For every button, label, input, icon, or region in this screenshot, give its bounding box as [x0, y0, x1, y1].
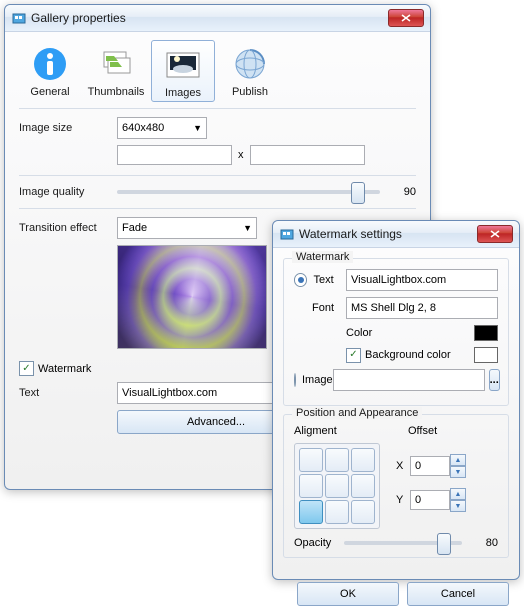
- text-radio-label: Text: [313, 274, 346, 286]
- tab-general-label: General: [30, 86, 69, 98]
- font-value: MS Shell Dlg 2, 8: [351, 302, 436, 314]
- offset-y-down[interactable]: ▼: [450, 500, 466, 512]
- divider: [19, 175, 416, 176]
- align-middle-right[interactable]: [351, 474, 375, 498]
- offset-label: Offset: [408, 425, 437, 437]
- browse-label: ...: [490, 374, 499, 386]
- chevron-down-icon: ▼: [243, 223, 252, 233]
- color-label: Color: [346, 327, 474, 339]
- advanced-button-label: Advanced...: [187, 416, 245, 428]
- watermark-settings-dialog: Watermark settings Watermark Text Font M…: [272, 220, 520, 580]
- align-middle-left[interactable]: [299, 474, 323, 498]
- font-label: Font: [312, 302, 346, 314]
- offset-x-input[interactable]: [410, 456, 450, 476]
- image-size-select[interactable]: 640x480 ▼: [117, 117, 207, 139]
- offset-y-up[interactable]: ▲: [450, 488, 466, 500]
- offset-x-label: X: [396, 460, 410, 472]
- alignment-label: Aligment: [294, 425, 384, 437]
- gallery-title: Gallery properties: [31, 11, 388, 25]
- info-icon: [30, 44, 70, 84]
- transition-preview: [117, 245, 267, 349]
- bgcolor-checkbox[interactable]: [346, 348, 361, 363]
- cancel-label: Cancel: [441, 588, 475, 600]
- align-middle-center[interactable]: [325, 474, 349, 498]
- align-bottom-center[interactable]: [325, 500, 349, 524]
- offset-x-down[interactable]: ▼: [450, 466, 466, 478]
- font-select[interactable]: MS Shell Dlg 2, 8: [346, 297, 498, 319]
- tab-general[interactable]: General: [19, 40, 81, 102]
- watermark-checkbox[interactable]: [19, 361, 34, 376]
- close-button[interactable]: [388, 9, 424, 27]
- color-swatch[interactable]: [474, 325, 498, 341]
- position-group: Position and Appearance Aligment Offset: [283, 414, 509, 558]
- thumbnails-icon: [96, 44, 136, 84]
- tab-thumbnails[interactable]: Thumbnails: [85, 40, 147, 102]
- chevron-down-icon: ▼: [193, 123, 202, 133]
- align-bottom-left[interactable]: [299, 500, 323, 524]
- browse-button[interactable]: ...: [489, 369, 500, 391]
- opacity-value: 80: [470, 537, 498, 549]
- image-width-input[interactable]: [117, 145, 232, 165]
- image-size-value: 640x480: [122, 122, 164, 134]
- transition-label: Transition effect: [19, 222, 117, 234]
- transition-select[interactable]: Fade ▼: [117, 217, 257, 239]
- slider-thumb[interactable]: [351, 182, 365, 204]
- dim-separator: x: [238, 149, 244, 161]
- publish-icon: [230, 44, 270, 84]
- align-top-right[interactable]: [351, 448, 375, 472]
- tab-images[interactable]: Images: [151, 40, 215, 102]
- offset-y-label: Y: [396, 494, 410, 506]
- watermark-text-field[interactable]: [346, 269, 498, 291]
- align-top-center[interactable]: [325, 448, 349, 472]
- watermark-label: Watermark: [38, 363, 91, 375]
- close-button[interactable]: [477, 225, 513, 243]
- image-size-label: Image size: [19, 122, 117, 134]
- watermark-image-field[interactable]: [333, 369, 485, 391]
- watermark-text-label: Text: [19, 387, 117, 399]
- opacity-slider[interactable]: [344, 541, 462, 545]
- offset-x-up[interactable]: ▲: [450, 454, 466, 466]
- tab-strip: General Thumbnails Images Publish: [19, 40, 416, 102]
- tab-publish[interactable]: Publish: [219, 40, 281, 102]
- image-quality-value: 90: [388, 186, 416, 198]
- app-icon: [11, 10, 27, 26]
- ok-button[interactable]: OK: [297, 582, 399, 606]
- image-radio-label: Image: [302, 374, 333, 386]
- divider: [19, 208, 416, 209]
- watermark-titlebar[interactable]: Watermark settings: [273, 221, 519, 248]
- gallery-titlebar[interactable]: Gallery properties: [5, 5, 430, 32]
- tab-thumbnails-label: Thumbnails: [88, 86, 145, 98]
- watermark-text-input[interactable]: [117, 382, 285, 404]
- image-height-input[interactable]: [250, 145, 365, 165]
- align-top-left[interactable]: [299, 448, 323, 472]
- watermark-group: Watermark Text Font MS Shell Dlg 2, 8 Co…: [283, 258, 509, 406]
- app-icon: [279, 226, 295, 242]
- divider: [19, 108, 416, 109]
- alignment-grid: [294, 443, 380, 529]
- transition-value: Fade: [122, 222, 147, 234]
- slider-thumb[interactable]: [437, 533, 451, 555]
- position-group-title: Position and Appearance: [292, 407, 422, 419]
- images-icon: [163, 45, 203, 85]
- text-radio[interactable]: [294, 273, 307, 287]
- offset-y-spinner[interactable]: ▲ ▼: [410, 488, 466, 512]
- tab-publish-label: Publish: [232, 86, 268, 98]
- cancel-button[interactable]: Cancel: [407, 582, 509, 606]
- tab-images-label: Images: [165, 87, 201, 99]
- opacity-label: Opacity: [294, 537, 344, 549]
- offset-x-spinner[interactable]: ▲ ▼: [410, 454, 466, 478]
- watermark-group-title: Watermark: [292, 251, 353, 263]
- offset-y-input[interactable]: [410, 490, 450, 510]
- image-quality-slider[interactable]: [117, 190, 380, 194]
- ok-label: OK: [340, 588, 356, 600]
- bgcolor-label: Background color: [365, 349, 474, 361]
- image-quality-label: Image quality: [19, 186, 117, 198]
- align-bottom-right[interactable]: [351, 500, 375, 524]
- bgcolor-swatch[interactable]: [474, 347, 498, 363]
- watermark-title: Watermark settings: [299, 227, 477, 241]
- image-radio[interactable]: [294, 373, 296, 387]
